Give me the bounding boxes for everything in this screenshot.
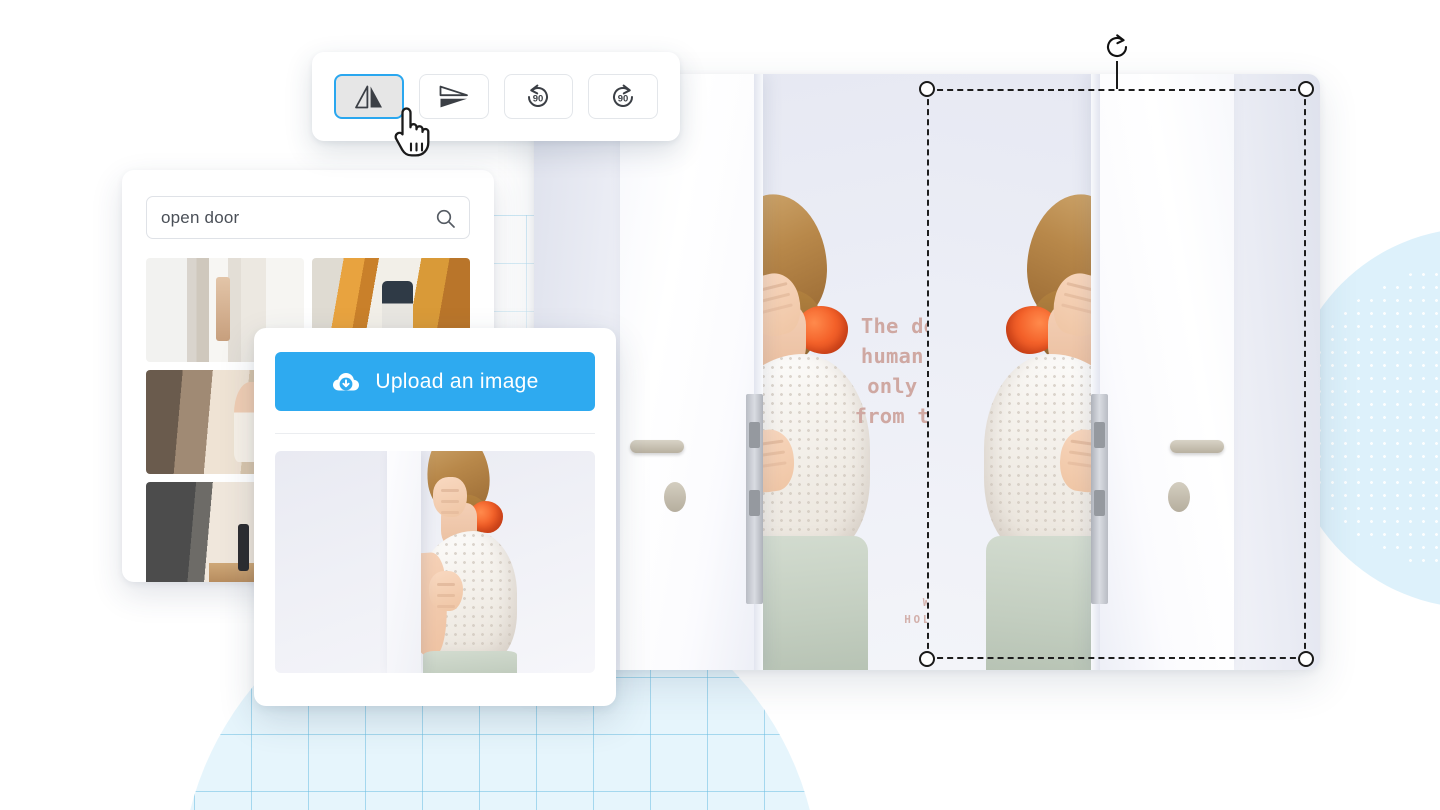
quote-attribution: WILLIAM HOLMAN HUNT <box>830 594 927 628</box>
transform-toolbar: 90 90 <box>312 52 680 141</box>
screen-root: The door of the human heart can only be … <box>0 0 1440 810</box>
upload-panel: Upload an image <box>254 328 616 706</box>
selection-handle-bottom-right[interactable] <box>1298 651 1314 667</box>
hand-upper <box>433 477 467 517</box>
artboard: The door of the human heart can only be … <box>534 74 1320 670</box>
quote-line: The door of the <box>860 314 927 338</box>
selection-handle-bottom-left[interactable] <box>919 651 935 667</box>
credit-line: WILLIAM <box>830 594 927 611</box>
pointing-hand-cursor <box>388 103 434 159</box>
door-panel <box>1094 74 1234 670</box>
rotate-handle-icon[interactable] <box>1103 33 1131 61</box>
upload-button-label: Upload an image <box>375 369 539 393</box>
door-handle <box>630 440 684 453</box>
quote-line: only be opened <box>867 373 927 398</box>
preview-door <box>387 451 421 673</box>
flip-horizontal-icon <box>352 84 386 110</box>
quote-text: The door of the human heart can only be … <box>830 312 927 432</box>
rotate-left-90-icon: 90 <box>523 83 553 111</box>
rotate-left-90-button[interactable]: 90 <box>503 74 574 119</box>
panel-divider <box>275 433 595 434</box>
editor-canvas[interactable]: The door of the human heart can only be … <box>534 74 1320 670</box>
quote-line: from the inside. <box>854 403 927 428</box>
rotate-right-90-icon: 90 <box>608 83 638 111</box>
flip-vertical-icon <box>437 84 471 110</box>
photo-scene-mirrored <box>927 74 1320 670</box>
artboard-half-mirrored <box>927 74 1320 670</box>
door-lock <box>1168 482 1190 512</box>
rotate-left-badge: 90 <box>533 93 544 104</box>
hand-lower <box>429 571 463 611</box>
rotate-right-badge: 90 <box>618 93 629 104</box>
skirt <box>423 651 517 673</box>
door-left-leaf <box>1232 74 1320 670</box>
door-panel <box>620 74 760 670</box>
cloud-download-icon <box>331 370 361 394</box>
selection-handle-top-left[interactable] <box>919 81 935 97</box>
door-strike-plate <box>1091 394 1108 604</box>
uploaded-image-preview[interactable] <box>275 451 595 673</box>
upload-an-image-button[interactable]: Upload an image <box>275 352 595 411</box>
credit-line: HOLMAN HUNT <box>904 613 927 627</box>
search-input-value: open door <box>161 207 240 227</box>
quote-line: human heart can <box>860 343 927 368</box>
door-handle <box>1170 440 1224 453</box>
door-strike-plate <box>746 394 763 604</box>
rotate-right-90-button[interactable]: 90 <box>588 74 658 119</box>
door-lock <box>664 482 686 512</box>
search-icon[interactable] <box>435 208 456 229</box>
selection-handle-top-right[interactable] <box>1298 81 1314 97</box>
search-input[interactable]: open door <box>146 196 470 239</box>
